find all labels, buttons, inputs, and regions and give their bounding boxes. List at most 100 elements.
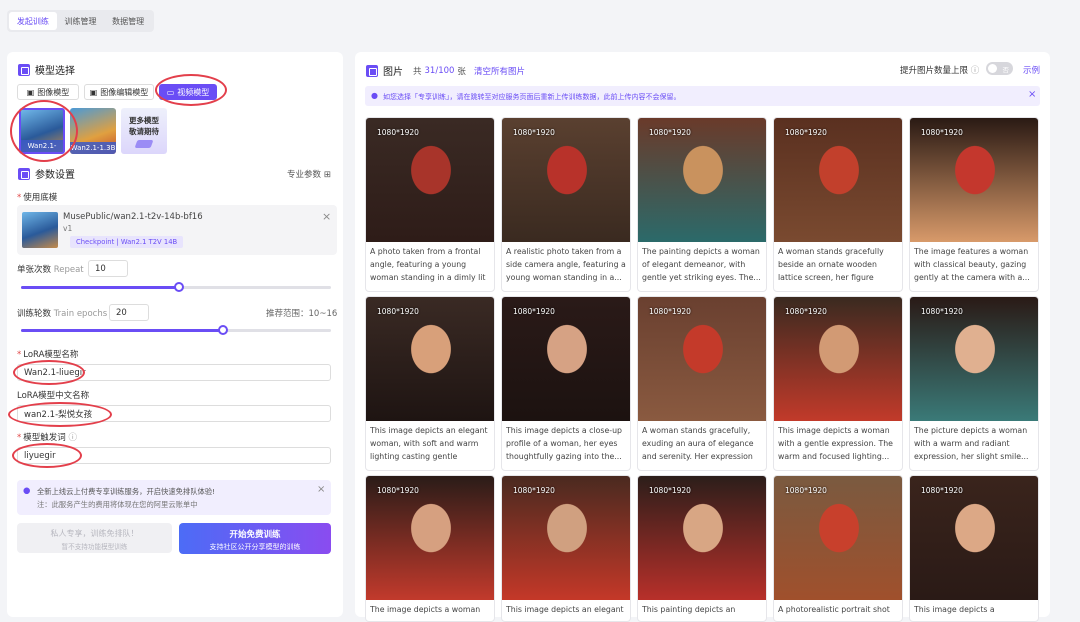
image-icon <box>18 63 30 76</box>
image-card[interactable]: 1080*1920 This image depicts an elegant <box>501 475 631 622</box>
start-free-training-button[interactable]: 开始免费训练 支持社区公开分享模型的训练 <box>179 523 331 554</box>
image-resolution: 1080*1920 <box>649 307 691 316</box>
images-count: 31/100 <box>424 65 455 76</box>
private-training-line-1: 私人专享，训练免排队！ <box>50 529 139 538</box>
base-model-label: * 使用底模 <box>17 193 58 203</box>
image-caption: This image depicts an elegant <box>506 605 624 614</box>
image-resolution: 1080*1920 <box>513 128 555 137</box>
epochs-slider-handle[interactable] <box>217 325 228 335</box>
left-panel: 模型选择 ▣图像模型 ▣图像编辑模型 ▭视频模型 Wan2.1-14B Wan2… <box>7 52 343 617</box>
image-caption: A realistic photo taken from a side came… <box>506 247 626 282</box>
epochs-slider[interactable] <box>21 325 331 335</box>
lora-cn-label: LoRA模型中文名称 <box>17 391 90 401</box>
top-tabs: 发起训练 训练管理 数据管理 <box>7 10 154 32</box>
private-training-button[interactable]: 私人专享，训练免排队！ 暂不支持功能模型训练 <box>17 523 172 553</box>
base-model-card[interactable]: MusePublic/wan2.1-t2v-14b-bf16 v1 Checkp… <box>17 205 337 255</box>
images-count-suffix: 张 <box>457 66 466 77</box>
notice-line-2: 注：此服务产生的费用将体现在您的阿里云账单中 <box>37 500 198 509</box>
image-card[interactable]: 1080*1920 A woman stands gracefully, exud… <box>637 296 767 471</box>
epochs-range: 推荐范围：10~16 <box>266 309 338 319</box>
image-resolution: 1080*1920 <box>377 307 419 316</box>
images-title: 图片 <box>383 67 403 78</box>
image-caption: The picture depicts a woman with a warm … <box>914 426 1029 461</box>
increase-limit-toggle[interactable]: 否 <box>986 62 1013 75</box>
image-caption: This painting depicts an elegant <box>642 605 736 614</box>
tab-image-edit-model[interactable]: ▣ 图像编辑模型 <box>84 84 154 100</box>
annotation-circle <box>155 74 227 106</box>
trigger-label: * 模型触发词 ⓘ <box>17 433 77 443</box>
model-select-title: 模型选择 <box>35 66 75 77</box>
image-card[interactable]: 1080*1920 A realistic photo taken from a … <box>501 117 631 292</box>
info-icon: ● <box>23 486 31 496</box>
base-model-tag: Checkpoint | Wan2.1 T2V 14B <box>70 236 184 248</box>
base-model-version: v1 <box>63 224 73 233</box>
image-card[interactable]: 1080*1920 The image features a woman with… <box>909 117 1039 292</box>
repeat-slider-handle[interactable] <box>174 282 185 292</box>
image-caption: A woman stands gracefully beside an orna… <box>778 247 884 282</box>
image-caption: A photorealistic portrait shot <box>778 605 890 614</box>
base-model-thumb <box>22 212 58 248</box>
service-notice: ● 全新上线云上付费专享训练服务，开启快速免排队体验! 注：此服务产生的费用将体… <box>17 480 331 515</box>
close-icon[interactable]: × <box>322 210 331 223</box>
tab-image-model-label: 图像模型 <box>37 87 70 97</box>
image-resolution: 1080*1920 <box>377 128 419 137</box>
close-icon[interactable]: × <box>1028 89 1036 100</box>
image-resolution: 1080*1920 <box>649 486 691 495</box>
image-caption: The image depicts a woman <box>370 605 481 614</box>
epochs-input[interactable]: 20 <box>109 304 149 321</box>
lora-name-label-text: LoRA模型名称 <box>23 350 79 360</box>
image-caption: This image depicts a close-up profile of… <box>506 426 622 461</box>
params-header: 参数设置 <box>18 166 75 181</box>
image-caption: This image depicts a woman with a gentle… <box>778 426 893 461</box>
image-card[interactable]: 1080*1920 The image depicts a woman <box>365 475 495 622</box>
image-caption: This image depicts a <box>914 605 995 614</box>
tab-image-edit-model-label: 图像编辑模型 <box>100 87 149 97</box>
image-card[interactable]: 1080*1920 This painting depicts an elegan… <box>637 475 767 622</box>
image-resolution: 1080*1920 <box>785 307 827 316</box>
tab-training-management[interactable]: 训练管理 <box>57 12 105 30</box>
pro-params-toggle[interactable]: 专业参数 ⊞ <box>287 168 331 180</box>
help-icon[interactable]: ⓘ <box>971 66 980 76</box>
image-card[interactable]: 1080*1920 A woman stands gracefully besid… <box>773 117 903 292</box>
image-card[interactable]: 1080*1920 This image depicts an elegant w… <box>365 296 495 471</box>
image-resolution: 1080*1920 <box>377 486 419 495</box>
more-models-label: 更多模型 敬请期待 <box>129 116 159 136</box>
info-icon: ● <box>371 91 378 100</box>
clear-all-images-link[interactable]: 清空所有图片 <box>474 65 525 77</box>
image-caption: The image features a woman with classica… <box>914 247 1030 282</box>
help-icon[interactable]: ⓘ <box>68 433 77 443</box>
settings-icon <box>18 167 30 180</box>
example-link[interactable]: 示例 <box>1023 64 1040 76</box>
image-resolution: 1080*1920 <box>785 486 827 495</box>
repeat-label-text: 单张次数 <box>17 265 52 275</box>
image-card[interactable]: 1080*1920 The picture depicts a woman wit… <box>909 296 1039 471</box>
image-caption: The painting depicts a woman of elegant … <box>642 247 761 282</box>
base-model-label-text: 使用底模 <box>23 193 58 203</box>
epochs-slider-fill <box>21 329 223 332</box>
image-card[interactable]: 1080*1920 This image depicts a <box>909 475 1039 622</box>
image-card[interactable]: 1080*1920 This image depicts a woman with… <box>773 296 903 471</box>
image-resolution: 1080*1920 <box>921 486 963 495</box>
close-icon[interactable]: × <box>317 484 325 495</box>
epochs-label: 训练轮数 Train epochs <box>17 307 107 319</box>
image-card[interactable]: 1080*1920 A photorealistic portrait shot <box>773 475 903 622</box>
image-card[interactable]: 1080*1920 A photo taken from a frontal an… <box>365 117 495 292</box>
right-panel: 图片 共 31/100 张 清空所有图片 提升图片数量上限 ⓘ 否 示例 ● 如… <box>355 52 1050 622</box>
image-card[interactable]: 1080*1920 This image depicts a close-up p… <box>501 296 631 471</box>
model-thumb-more: 更多模型 敬请期待 <box>121 108 167 154</box>
image-card[interactable]: 1080*1920 The painting depicts a woman of… <box>637 117 767 292</box>
tab-image-model[interactable]: ▣ 图像模型 <box>17 84 79 100</box>
params-title: 参数设置 <box>35 170 75 181</box>
image-caption: A photo taken from a frontal angle, feat… <box>370 247 486 282</box>
start-training-line-2: 支持社区公开分享模型的训练 <box>209 543 301 551</box>
image-resolution: 1080*1920 <box>921 307 963 316</box>
info-banner: ● 如您选择「专享训练」，请在跳转至对应服务页面后重新上传训练数据，此前上传内容… <box>365 86 1040 106</box>
grid-icon: ⊞ <box>323 170 331 180</box>
tab-data-management[interactable]: 数据管理 <box>104 12 152 30</box>
tab-start-training[interactable]: 发起训练 <box>9 12 57 30</box>
base-model-name: MusePublic/wan2.1-t2v-14b-bf16 <box>63 212 203 222</box>
epochs-hint: Train epochs <box>53 309 108 319</box>
images-count-prefix: 共 <box>413 66 422 77</box>
repeat-input[interactable]: 10 <box>88 260 128 277</box>
repeat-slider[interactable] <box>21 282 331 292</box>
